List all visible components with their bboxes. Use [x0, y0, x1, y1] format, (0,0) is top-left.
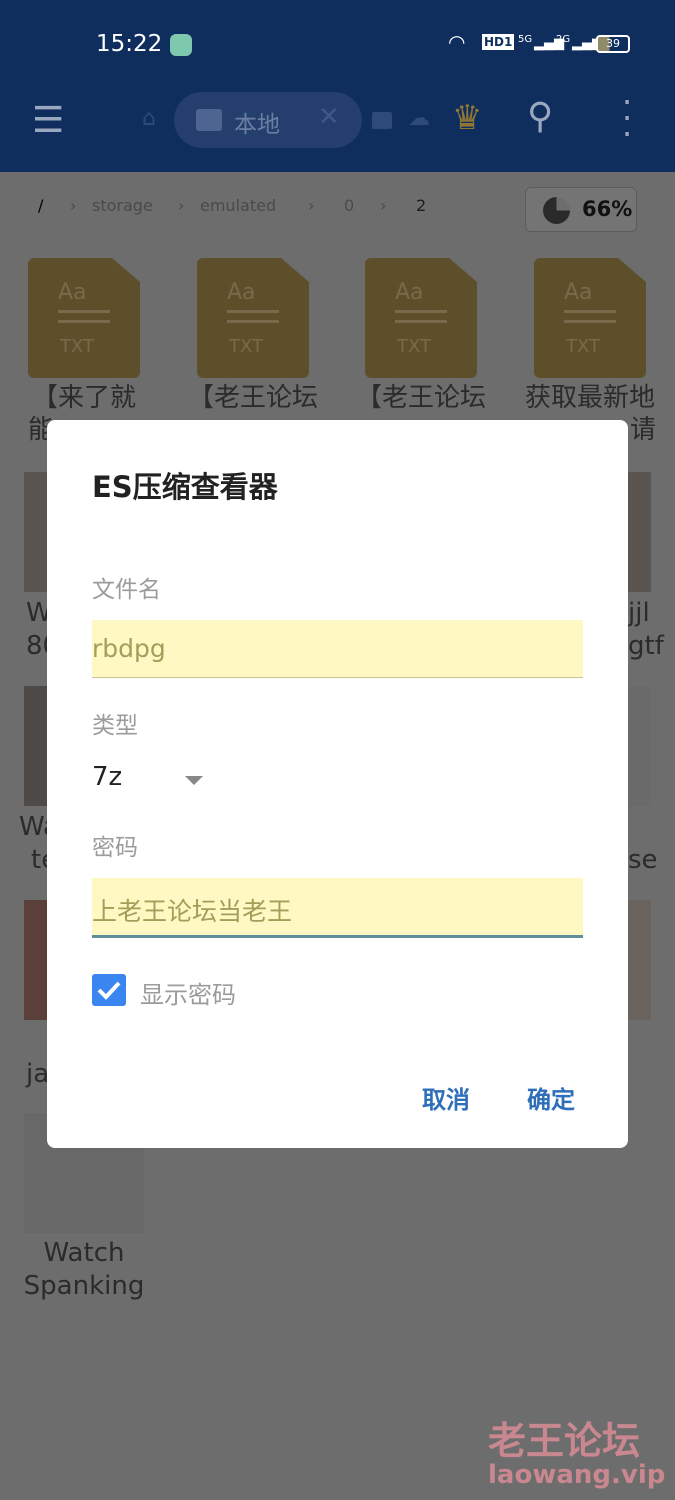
type-label: 类型 — [92, 713, 138, 739]
5g-signal-icon: 5G — [518, 34, 533, 45]
password-input[interactable]: 上老王论坛当老王 — [92, 878, 583, 938]
compress-dialog: ES压缩查看器 文件名 rbdpg 类型 7z 密码 上老王论坛当老王 显示密码… — [47, 420, 628, 1148]
txt-file-icon[interactable]: Aa TXT — [197, 258, 309, 378]
filename-label: 文件名 — [92, 577, 161, 603]
tab-local[interactable]: 本地 ✕ — [174, 92, 362, 148]
file-label[interactable]: ja — [26, 1058, 49, 1090]
storage-percent: 66% — [582, 197, 633, 221]
chevron-right-icon: › — [178, 196, 185, 215]
wifi-icon: ◠ — [448, 30, 466, 54]
txt-file-icon[interactable]: Aa TXT — [534, 258, 646, 378]
breadcrumb-emulated[interactable]: emulated — [200, 196, 276, 215]
file-label[interactable]: jjl gtf — [628, 597, 664, 663]
2g-signal-icon: 2G — [556, 34, 571, 45]
file-label[interactable]: se — [628, 844, 658, 876]
sd-card-icon[interactable] — [372, 112, 392, 129]
file-label[interactable]: Watch Spanking — [9, 1237, 159, 1303]
search-icon[interactable]: ⚲ — [527, 96, 553, 137]
watermark: 老王论坛 — [488, 1419, 641, 1463]
storage-usage-button[interactable]: 66% — [525, 187, 637, 232]
chevron-right-icon: › — [380, 196, 387, 215]
type-select[interactable]: 7z — [92, 762, 122, 792]
show-password-label[interactable]: 显示密码 — [140, 975, 236, 1010]
breadcrumb-root[interactable]: / — [38, 196, 43, 215]
breadcrumb-0[interactable]: 0 — [344, 196, 354, 215]
file-label[interactable]: 【来了就 — [9, 382, 159, 414]
chevron-right-icon: › — [70, 196, 77, 215]
more-icon[interactable]: · · · — [622, 86, 632, 150]
toolbar: ☰ ⌂ 本地 ✕ ☁ ♛ ⚲ · · · — [0, 86, 675, 172]
sd-card-icon — [196, 109, 222, 131]
file-label[interactable]: 【老王论坛 — [178, 382, 328, 414]
pie-chart-icon — [543, 197, 570, 224]
watermark-url: laowang.vip — [488, 1460, 666, 1490]
crown-icon[interactable]: ♛ — [452, 98, 482, 138]
file-label[interactable]: 请 — [630, 414, 656, 446]
tab-label: 本地 — [234, 112, 280, 138]
cancel-button[interactable]: 取消 — [422, 1080, 470, 1115]
filename-input[interactable]: rbdpg — [92, 620, 583, 678]
show-password-checkbox[interactable] — [92, 974, 126, 1006]
chevron-right-icon: › — [308, 196, 315, 215]
home-icon[interactable]: ⌂ — [142, 106, 156, 131]
breadcrumb-storage[interactable]: storage — [92, 196, 153, 215]
battery-icon: 39 — [596, 35, 630, 53]
cloud-icon[interactable]: ☁ — [408, 106, 430, 131]
checkmark-icon — [97, 981, 121, 1000]
hd-icon: HD1 — [482, 34, 515, 50]
txt-file-icon[interactable]: Aa TXT — [365, 258, 477, 378]
password-label: 密码 — [92, 835, 138, 861]
ok-button[interactable]: 确定 — [527, 1080, 575, 1115]
file-label[interactable]: 获取最新地 — [515, 382, 665, 414]
file-label[interactable]: 【老王论坛 — [346, 382, 496, 414]
dropdown-caret-icon[interactable] — [185, 776, 203, 785]
breadcrumb-2[interactable]: 2 — [416, 196, 426, 215]
txt-file-icon[interactable]: Aa TXT — [28, 258, 140, 378]
clock: 15:22 — [96, 31, 163, 57]
close-icon[interactable]: ✕ — [318, 102, 340, 132]
status-bar: 15:22 ◠ HD1 5G ▂▄▆ 2G ▂▄▆ 39 — [0, 0, 675, 90]
app-notification-icon — [170, 34, 192, 56]
dialog-title: ES压缩查看器 — [92, 470, 278, 504]
menu-icon[interactable]: ☰ — [32, 100, 64, 141]
